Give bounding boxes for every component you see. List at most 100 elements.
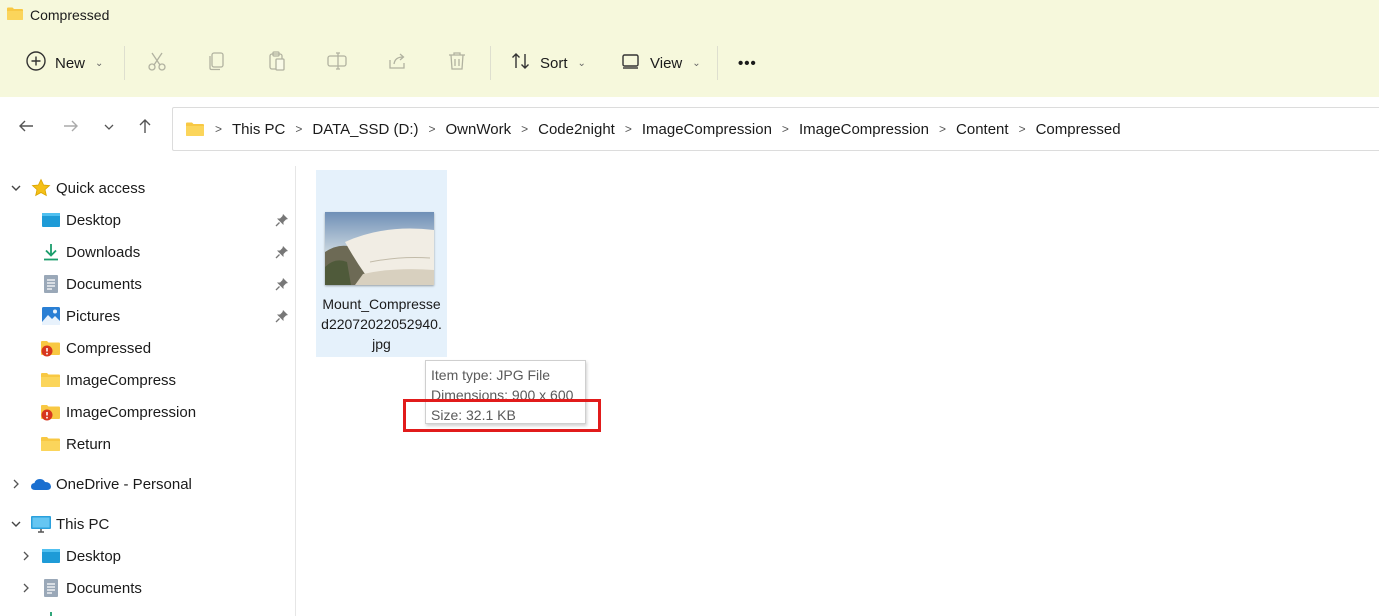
sidebar-item-label: Desktop — [66, 212, 122, 229]
breadcrumb-item[interactable]: OwnWork — [446, 121, 512, 138]
pin-icon[interactable] — [274, 212, 290, 228]
computer-icon — [30, 513, 52, 535]
breadcrumb-item[interactable]: Compressed — [1036, 121, 1121, 138]
sort-button[interactable]: Sort ⌄ — [510, 38, 586, 88]
navigation-row: > This PC > DATA_SSD (D:) > OwnWork > Code2n… — [0, 106, 1379, 152]
command-bar: New ⌄ Sort ⌄ View ⌄ ••• — [0, 38, 1379, 88]
share-button[interactable] — [386, 38, 408, 88]
desktop-icon — [40, 209, 62, 231]
sidebar-item-label: ImageCompression — [66, 404, 197, 421]
sidebar-item-label: Quick access — [56, 180, 146, 197]
folder-icon — [6, 6, 24, 25]
desktop-icon — [40, 545, 62, 567]
tooltip-item-type: Item type: JPG File — [431, 367, 551, 383]
view-layout-icon — [620, 50, 642, 76]
pictures-icon — [40, 305, 62, 327]
more-options-label: ••• — [738, 54, 757, 72]
address-bar[interactable]: > This PC > DATA_SSD (D:) > OwnWork > Code2n… — [172, 107, 1379, 151]
chevron-down-icon: ⌄ — [692, 57, 701, 69]
sidebar-item-label: Return — [66, 436, 112, 453]
sidebar-item-imagecompress[interactable]: ImageCompress — [0, 366, 296, 394]
navigation-pane: Quick access Desktop Downloads Documents — [0, 166, 296, 616]
paste-button[interactable] — [266, 38, 288, 88]
chevron-right-icon: > — [624, 122, 632, 136]
sidebar-item-documents[interactable]: Documents — [0, 270, 296, 298]
folder-icon — [185, 121, 205, 137]
arrow-up-icon — [136, 117, 154, 139]
chevron-right-icon[interactable] — [19, 581, 33, 595]
folder-icon — [40, 369, 62, 391]
chevron-right-icon: > — [215, 122, 223, 136]
chevron-right-icon: > — [781, 122, 789, 136]
folder-warning-icon — [40, 401, 62, 423]
cut-button[interactable] — [146, 38, 168, 88]
breadcrumb-item[interactable]: DATA_SSD (D:) — [312, 121, 418, 138]
divider — [490, 46, 491, 80]
sidebar-item-return[interactable]: Return — [0, 430, 296, 458]
sidebar-item-pictures[interactable]: Pictures — [0, 302, 296, 330]
folder-warning-icon — [40, 337, 62, 359]
sidebar-item-quick-access[interactable]: Quick access — [0, 174, 296, 202]
image-thumbnail — [325, 212, 434, 285]
divider — [124, 46, 125, 80]
chevron-down-icon[interactable] — [9, 517, 23, 531]
sidebar-item-label: This PC — [56, 516, 110, 533]
chevron-right-icon[interactable] — [19, 549, 33, 563]
chevron-down-icon: ⌄ — [577, 57, 586, 69]
delete-button[interactable] — [446, 38, 468, 88]
chevron-down-icon[interactable] — [9, 181, 23, 195]
forward-button[interactable] — [59, 116, 83, 140]
sidebar-item-compressed[interactable]: Compressed — [0, 334, 296, 362]
sidebar-item-label: ImageCompress — [66, 372, 177, 389]
rename-button[interactable] — [326, 38, 348, 88]
title-and-command-bar: Compressed New ⌄ Sort ⌄ View ⌄ ••• — [0, 0, 1379, 97]
rename-icon — [326, 50, 348, 76]
sidebar-item-label: Documents — [66, 580, 142, 597]
sidebar-item-label: Pictures — [66, 308, 121, 325]
pin-icon[interactable] — [274, 244, 290, 260]
chevron-right-icon: > — [939, 122, 947, 136]
breadcrumb-item[interactable]: Content — [956, 121, 1009, 138]
breadcrumb-item[interactable]: ImageCompression — [642, 121, 772, 138]
download-icon — [40, 609, 62, 616]
view-button[interactable]: View ⌄ — [620, 38, 701, 88]
sidebar-item-label: Desktop — [66, 548, 122, 565]
more-options-button[interactable]: ••• — [738, 38, 757, 88]
sidebar-item-onedrive[interactable]: OneDrive - Personal — [0, 470, 296, 498]
copy-icon — [206, 50, 228, 76]
star-icon — [30, 177, 52, 199]
chevron-right-icon[interactable] — [9, 477, 23, 491]
window-title: Compressed — [6, 6, 109, 24]
download-icon — [40, 241, 62, 263]
sort-button-label: Sort — [540, 54, 568, 72]
breadcrumb-item[interactable]: This PC — [232, 121, 285, 138]
plus-circle-icon — [25, 50, 47, 76]
new-button-label: New — [55, 54, 86, 72]
sidebar-item-this-pc-documents[interactable]: Documents — [0, 574, 296, 602]
file-item[interactable]: Mount_Compressed22072022052940.jpg — [316, 170, 447, 357]
documents-icon — [40, 273, 62, 295]
chevron-down-icon: ⌄ — [95, 57, 104, 69]
copy-button[interactable] — [206, 38, 228, 88]
pin-icon[interactable] — [274, 308, 290, 324]
cloud-icon — [30, 473, 52, 495]
sidebar-item-this-pc-desktop[interactable]: Desktop — [0, 542, 296, 570]
new-button[interactable]: New ⌄ — [25, 38, 103, 88]
up-button[interactable] — [133, 116, 157, 140]
arrow-left-icon — [17, 117, 35, 139]
chevron-right-icon: > — [521, 122, 529, 136]
sidebar-item-desktop[interactable]: Desktop — [0, 206, 296, 234]
sort-arrows-icon — [510, 50, 532, 76]
back-button[interactable] — [14, 116, 38, 140]
sidebar-item-imagecompression[interactable]: ImageCompression — [0, 398, 296, 426]
breadcrumb-item[interactable]: Code2night — [538, 121, 615, 138]
sidebar-item-downloads[interactable]: Downloads — [0, 238, 296, 266]
pin-icon[interactable] — [274, 276, 290, 292]
clipboard-icon — [266, 50, 288, 76]
breadcrumb-item[interactable]: ImageCompression — [799, 121, 929, 138]
sidebar-item-this-pc[interactable]: This PC — [0, 510, 296, 538]
arrow-right-icon — [62, 117, 80, 139]
scissors-icon — [146, 50, 168, 76]
recent-locations-button[interactable] — [97, 116, 121, 140]
chevron-right-icon: > — [1018, 122, 1026, 136]
